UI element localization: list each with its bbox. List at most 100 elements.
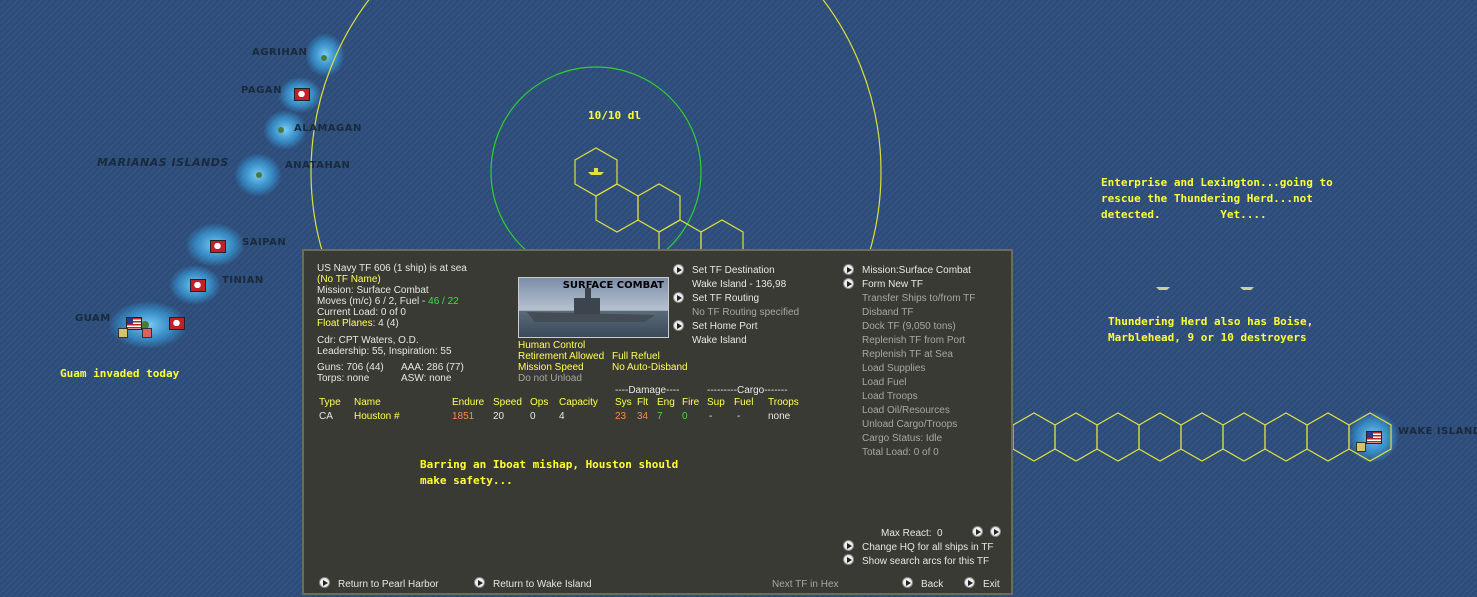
form-new-tf-button-icon[interactable]: [843, 278, 854, 289]
set-destination-label[interactable]: Set TF Destination: [692, 265, 775, 276]
cell-troops: none: [768, 411, 791, 422]
action-mission[interactable]: Mission:Surface Combat: [862, 265, 971, 276]
mission-speed-toggle[interactable]: Mission Speed: [518, 362, 584, 373]
home-port-value: Wake Island: [692, 335, 747, 346]
action-unload-cargo: Unload Cargo/Troops: [862, 419, 958, 430]
col-capacity: Capacity: [559, 397, 598, 408]
col-type: Type: [319, 397, 341, 408]
map-label-alamagan: ALAMAGAN: [294, 123, 362, 134]
cell-name[interactable]: Houston #: [354, 411, 400, 422]
col-speed: Speed: [493, 397, 522, 408]
action-load-fuel: Load Fuel: [862, 377, 907, 388]
tf-header: US Navy TF 606 (1 ship) is at sea: [317, 263, 467, 274]
action-form-new-tf[interactable]: Form New TF: [862, 279, 923, 290]
action-load-supplies: Load Supplies: [862, 363, 926, 374]
return-wake-label[interactable]: Return to Wake Island: [493, 579, 592, 590]
base-marker-icon: [142, 328, 152, 338]
tf-aaa: AAA: 286 (77): [401, 362, 464, 373]
col-fuel: Fuel: [734, 397, 754, 408]
col-troops: Troops: [768, 397, 799, 408]
japan-base-icon-guam[interactable]: [169, 317, 185, 330]
col-ops: Ops: [530, 397, 549, 408]
auto-disband-toggle[interactable]: No Auto-Disband: [612, 362, 688, 373]
note-enterprise: Enterprise and Lexington...going to resc…: [1101, 176, 1333, 221]
action-replenish-port: Replenish TF from Port: [862, 335, 966, 346]
tf-commander[interactable]: Cdr: CPT Waters, O.D.: [317, 335, 419, 346]
us-flag-icon-wake[interactable]: [1366, 431, 1382, 444]
cell-ops: 0: [530, 411, 536, 422]
set-routing-button-icon[interactable]: [673, 292, 684, 303]
japan-base-icon-tinian[interactable]: [190, 279, 206, 292]
set-home-port-button-icon[interactable]: [673, 320, 684, 331]
tf-float-planes: Float Planes: 4 (4): [317, 318, 399, 329]
map-label-wake: WAKE ISLAND: [1398, 426, 1477, 437]
japan-base-icon-pagan[interactable]: [294, 88, 310, 101]
fuel-value: 46 / 22: [428, 296, 459, 307]
routing-value: No TF Routing specified: [692, 307, 800, 318]
us-flag-icon-guam[interactable]: [126, 317, 142, 330]
mission-button-icon[interactable]: [843, 264, 854, 275]
tf-leadership: Leadership: 55, Inspiration: 55: [317, 346, 452, 357]
tf-asw: ASW: none: [401, 373, 452, 384]
return-pearl-button-icon[interactable]: [319, 577, 330, 588]
tf-torps: Torps: none: [317, 373, 370, 384]
set-destination-button-icon[interactable]: [673, 264, 684, 275]
full-refuel-toggle[interactable]: Full Refuel: [612, 351, 660, 362]
return-pearl-label[interactable]: Return to Pearl Harbor: [338, 579, 439, 590]
max-react-last-icon[interactable]: [990, 526, 1001, 537]
cell-capacity: 4: [559, 411, 565, 422]
map-label-pagan: PAGAN: [241, 85, 282, 96]
col-sup: Sup: [707, 397, 725, 408]
mission-image-title: SURFACE COMBAT: [562, 280, 664, 291]
unload-toggle[interactable]: Do not Unload: [518, 373, 582, 384]
cell-fuel: -: [737, 411, 741, 422]
map-label-guam: GUAM: [75, 313, 111, 324]
float-planes-value: 4 (4): [378, 318, 399, 329]
action-load-troops: Load Troops: [862, 391, 918, 402]
col-name: Name: [354, 397, 381, 408]
ship-superstructure: [574, 298, 600, 314]
tf-current-load: Current Load: 0 of 0: [317, 307, 406, 318]
change-hq-label[interactable]: Change HQ for all ships in TF: [862, 542, 994, 553]
japan-base-icon-saipan[interactable]: [210, 240, 226, 253]
map-label-tinian: TINIAN: [222, 275, 264, 286]
cell-type: CA: [319, 411, 333, 422]
return-wake-button-icon[interactable]: [474, 577, 485, 588]
mission-image: SURFACE COMBAT: [518, 277, 669, 338]
destination-value: Wake Island - 136,98: [692, 279, 787, 290]
set-routing-label[interactable]: Set TF Routing: [692, 293, 759, 304]
human-control-toggle[interactable]: Human Control: [518, 340, 585, 351]
cell-sup: -: [709, 411, 713, 422]
tf-guns: Guns: 706 (44): [317, 362, 384, 373]
col-flt: Flt: [637, 397, 649, 408]
exit-label[interactable]: Exit: [983, 579, 1000, 590]
tf-mission: Mission: Surface Combat: [317, 285, 429, 296]
change-hq-button-icon[interactable]: [843, 540, 854, 551]
moves-text: Moves (m/c) 6 / 2, Fuel -: [317, 296, 429, 307]
col-fire: Fire: [682, 397, 700, 408]
tf-name: (No TF Name): [317, 274, 381, 285]
cell-speed: 20: [493, 411, 505, 422]
back-label[interactable]: Back: [921, 579, 943, 590]
cell-fire: 0: [682, 411, 688, 422]
retirement-toggle[interactable]: Retirement Allowed: [518, 351, 604, 362]
exit-button-icon[interactable]: [964, 577, 975, 588]
back-button-icon[interactable]: [902, 577, 913, 588]
show-arcs-label[interactable]: Show search arcs for this TF: [862, 556, 989, 567]
range-label: 10/10 dl: [588, 109, 641, 122]
action-load-oil: Load Oil/Resources: [862, 405, 950, 416]
float-planes-label: Float Planes:: [317, 318, 376, 329]
cell-eng: 7: [657, 411, 663, 422]
set-home-port-label[interactable]: Set Home Port: [692, 321, 758, 332]
note-houston: Barring an Iboat mishap, Houston should …: [420, 458, 679, 487]
show-arcs-button-icon[interactable]: [843, 554, 854, 565]
max-react-next-icon[interactable]: [972, 526, 983, 537]
total-load: Total Load: 0 of 0: [862, 447, 939, 458]
action-transfer-ships: Transfer Ships to/from TF: [862, 293, 976, 304]
cargo-group-header: ---------Cargo-------: [707, 385, 788, 396]
map-label-anatahan: ANATAHAN: [285, 160, 351, 171]
tf-moves: Moves (m/c) 6 / 2, Fuel - 46 / 22: [317, 296, 459, 307]
next-tf-label[interactable]: Next TF in Hex: [772, 579, 839, 590]
action-dock-tf: Dock TF (9,050 tons): [862, 321, 956, 332]
action-disband-tf: Disband TF: [862, 307, 914, 318]
